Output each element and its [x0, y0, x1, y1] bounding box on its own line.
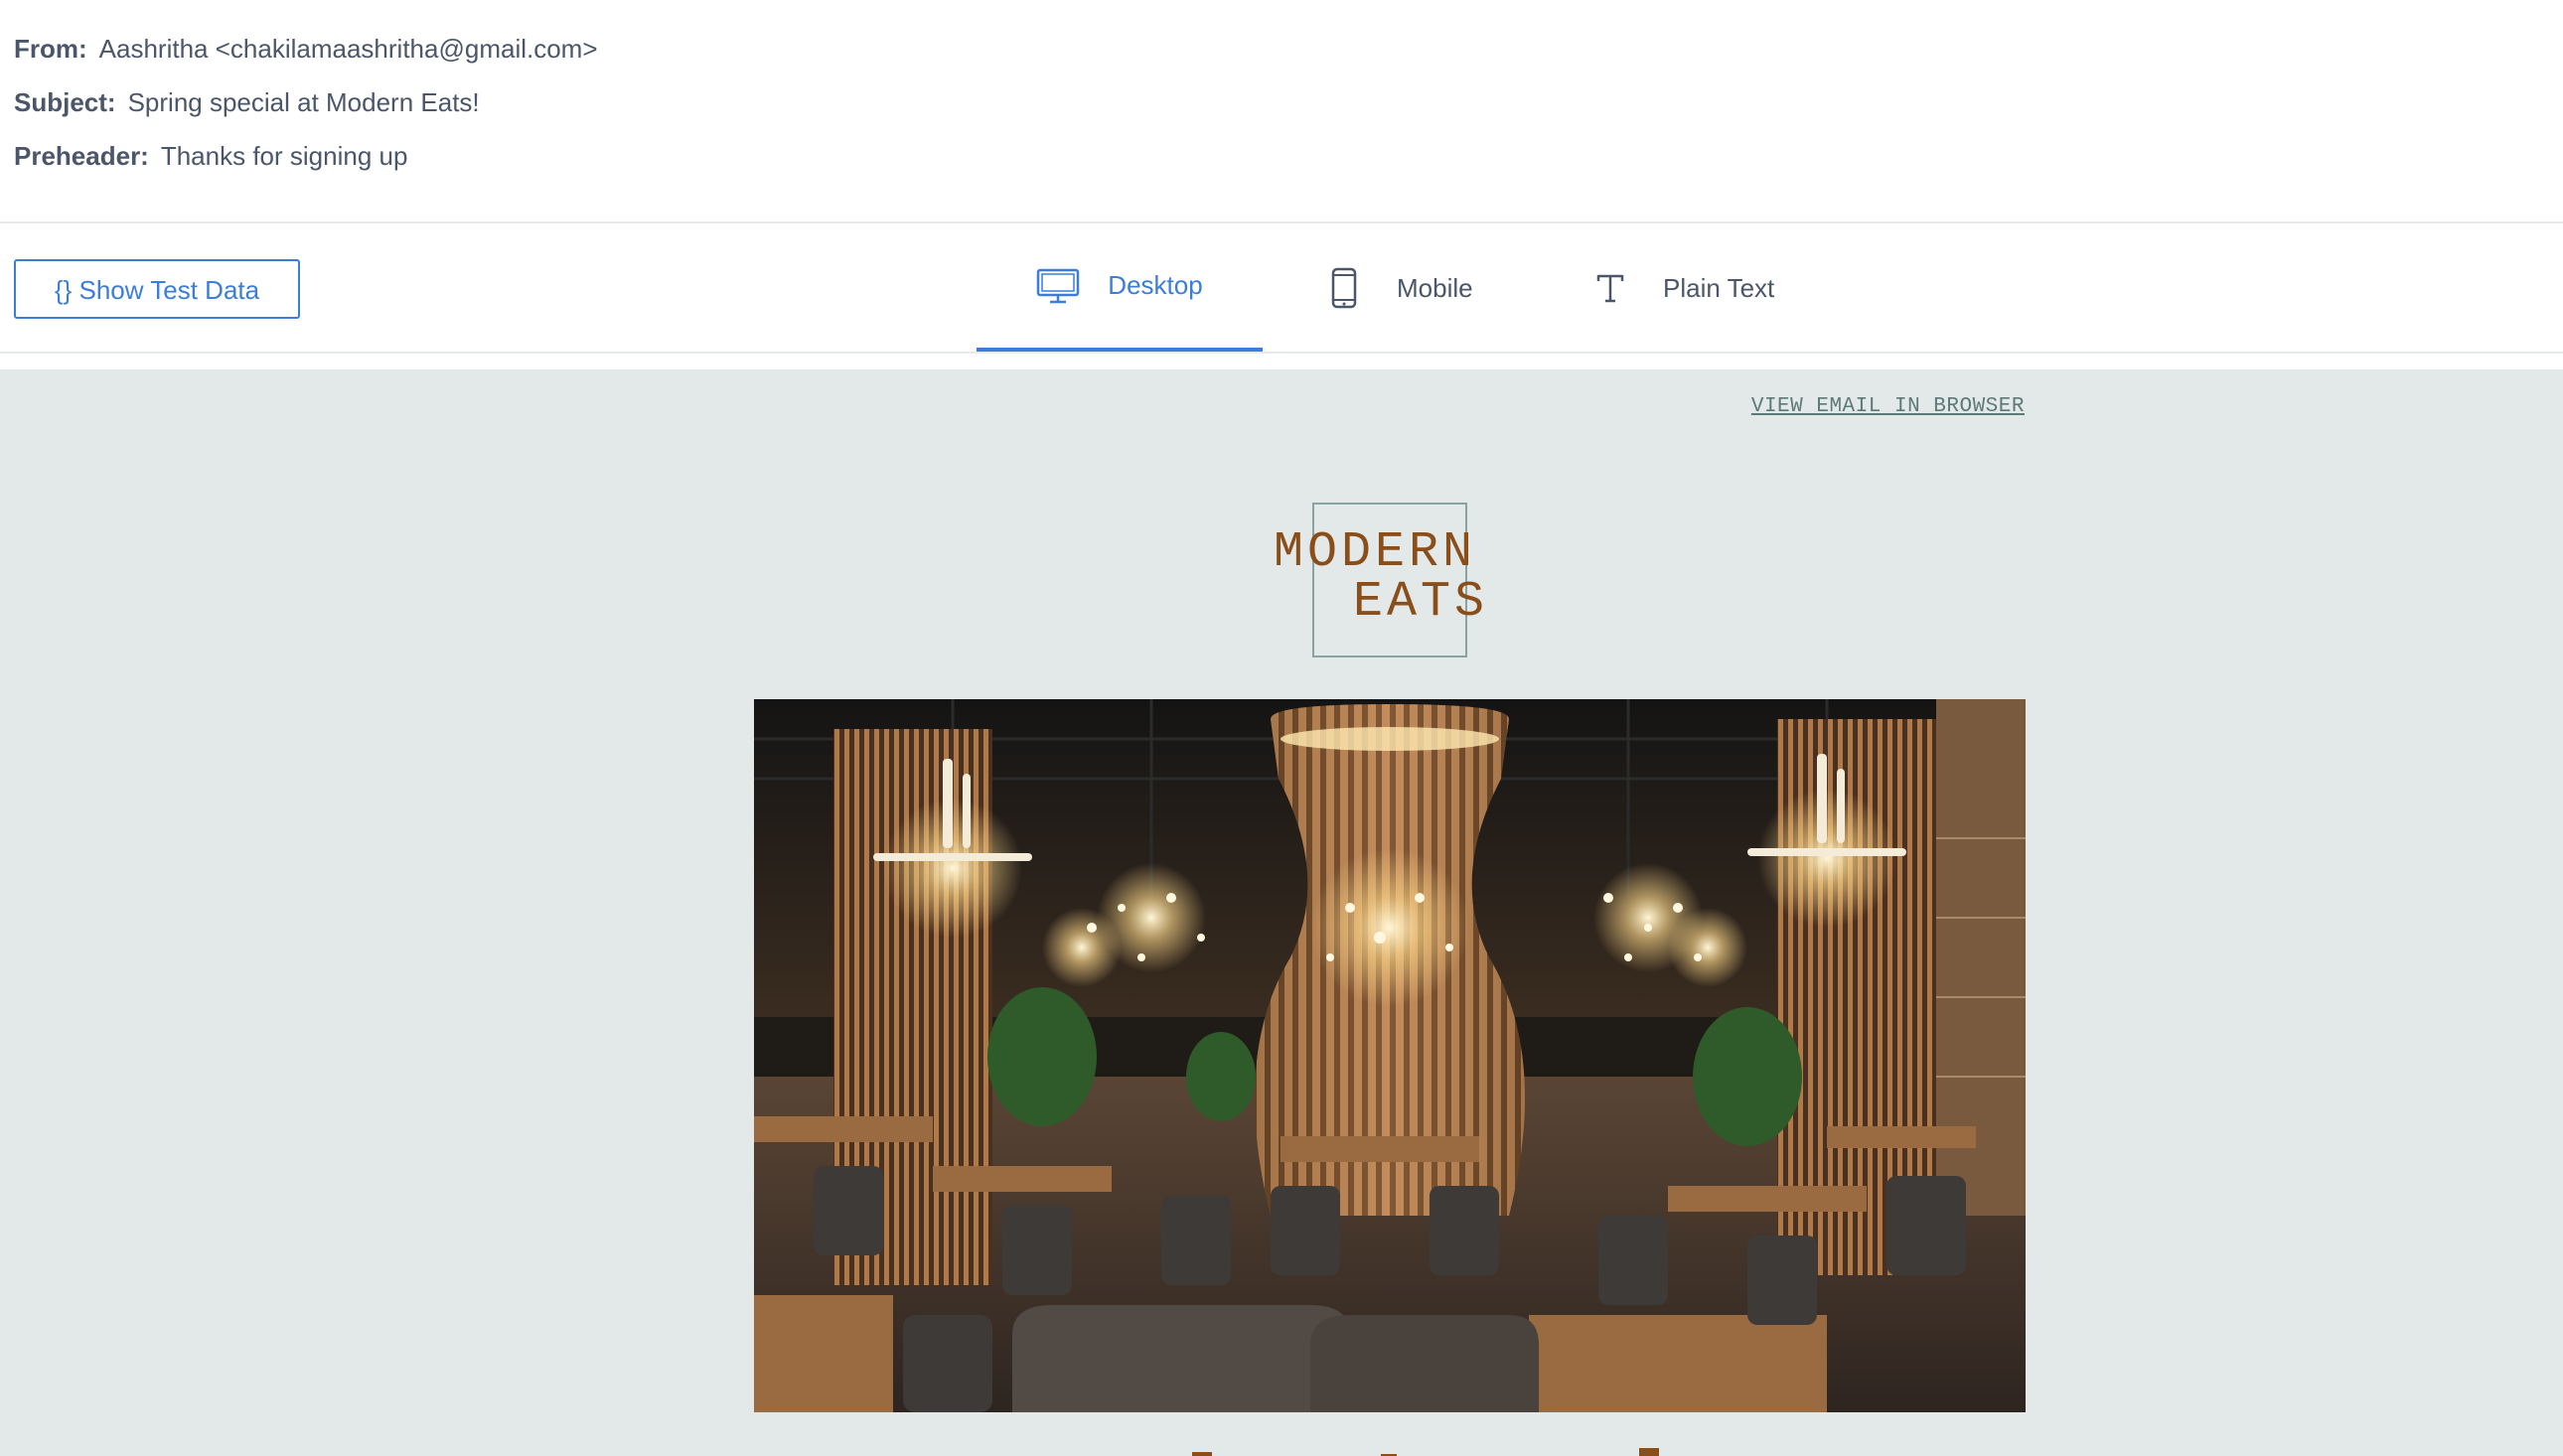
mobile-phone-icon — [1331, 267, 1357, 309]
tab-mobile[interactable]: Mobile — [1321, 223, 1540, 353]
from-row: From: Aashritha <chakilamaashritha@gmail.… — [14, 22, 2398, 75]
preheader-row: Preheader: Thanks for signing up — [14, 129, 2398, 183]
preview-toolbar: {} Show Test Data Desktop Mobile Plain T… — [0, 223, 2563, 353]
subject-value: Spring special at Modern Eats! — [127, 87, 480, 117]
tab-desktop-label: Desktop — [1108, 270, 1203, 300]
logo-text-line1: MODERN — [1274, 524, 1477, 581]
preheader-value: Thanks for signing up — [160, 141, 408, 171]
tab-desktop[interactable]: Desktop — [977, 223, 1263, 353]
subject-label: Subject: — [14, 87, 116, 117]
modern-eats-logo: MODERN EATS — [1262, 499, 1520, 667]
tab-mobile-label: Mobile — [1397, 272, 1473, 303]
cropped-heading-fragment — [864, 1434, 1778, 1456]
from-value: Aashritha <chakilamaashritha@gmail.com> — [98, 34, 598, 64]
view-email-in-browser-link[interactable]: VIEW EMAIL IN BROWSER — [1725, 395, 2025, 418]
show-test-data-button[interactable]: {} Show Test Data — [14, 259, 300, 319]
from-label: From: — [14, 34, 87, 64]
logo-text-line2: EATS — [1353, 574, 1489, 631]
subject-row: Subject: Spring special at Modern Eats! — [14, 75, 2398, 129]
tab-plain-text-label: Plain Text — [1663, 272, 1775, 303]
tab-plain-text[interactable]: Plain Text — [1589, 223, 1818, 353]
email-preview: VIEW EMAIL IN BROWSER MODERN EATS — [0, 369, 2563, 1456]
text-t-icon — [1595, 272, 1625, 304]
desktop-monitor-icon — [1036, 268, 1080, 304]
restaurant-interior-illustration — [754, 699, 2026, 1412]
preheader-label: Preheader: — [14, 141, 149, 171]
hero-image — [754, 699, 2026, 1412]
email-meta: From: Aashritha <chakilamaashritha@gmail.… — [14, 22, 2398, 183]
toolbar-divider — [0, 352, 2563, 354]
